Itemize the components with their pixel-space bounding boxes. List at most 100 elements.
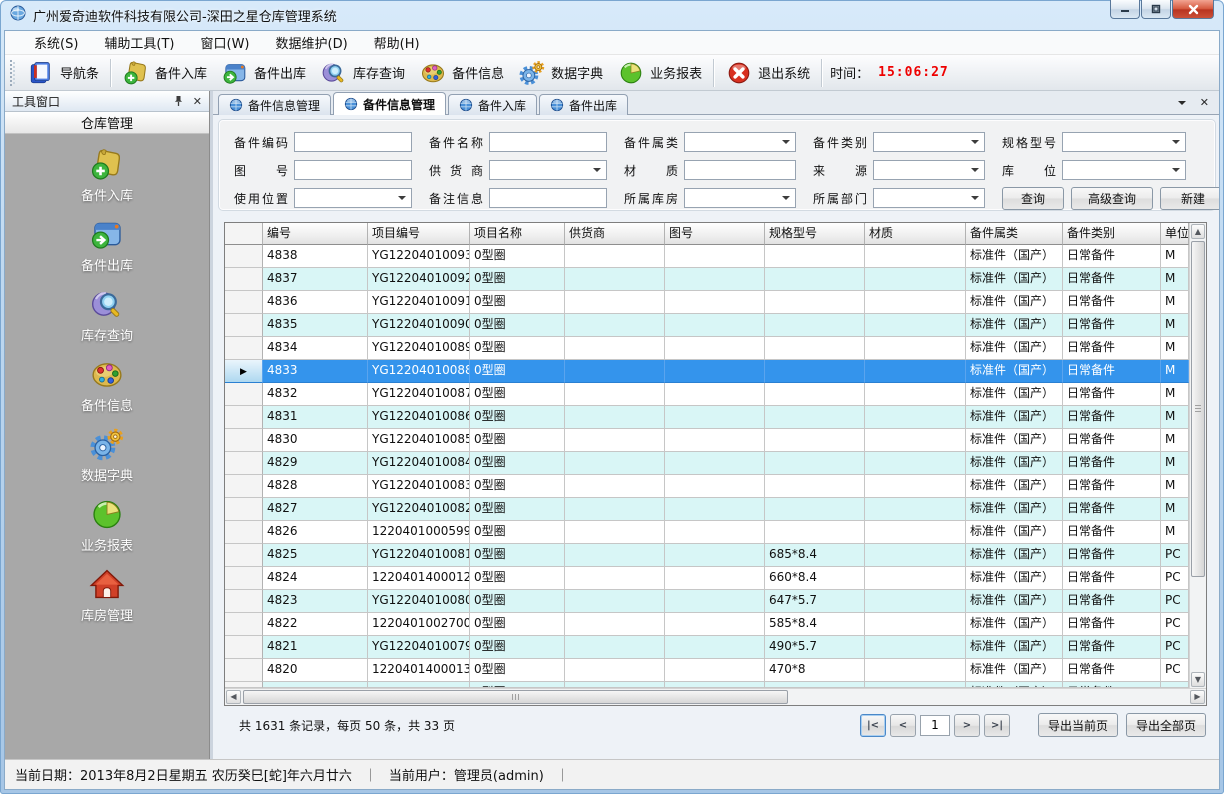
select-field[interactable] — [684, 132, 796, 152]
text-field[interactable] — [294, 132, 412, 152]
scroll-right-icon[interactable]: ▶ — [1190, 690, 1205, 704]
prev-page-button[interactable]: < — [890, 714, 916, 737]
menu-item-4[interactable]: 帮助(H) — [361, 30, 433, 55]
table-row[interactable]: 482412204014000120型圈660*8.4标准件（国产）日常备件PC — [225, 567, 1189, 590]
select-field[interactable] — [1062, 160, 1186, 180]
column-header[interactable]: 项目名称 — [470, 223, 565, 245]
column-header[interactable]: 单位 — [1161, 223, 1189, 245]
sidebar-item-home[interactable]: 库房管理 — [59, 566, 155, 624]
search-button-2[interactable]: 新建 — [1160, 187, 1220, 210]
table-row[interactable]: 4834YG122040100890型圈标准件（国产）日常备件M — [225, 337, 1189, 360]
column-header[interactable]: 备件类别 — [1063, 223, 1161, 245]
column-header[interactable]: 备件属类 — [966, 223, 1063, 245]
close-button[interactable] — [1172, 0, 1214, 19]
sidebar-item-dict[interactable]: 数据字典 — [59, 426, 155, 484]
table-row[interactable]: 482612204010005990型圈标准件（国产）日常备件M — [225, 521, 1189, 544]
field-label: 备件编码 — [234, 134, 288, 151]
table-row[interactable]: 4821YG122040100790型圈490*5.7标准件（国产）日常备件PC — [225, 636, 1189, 659]
row-selector — [225, 567, 263, 590]
select-field[interactable] — [873, 160, 985, 180]
menu-item-3[interactable]: 数据维护(D) — [263, 30, 361, 55]
select-field[interactable] — [489, 160, 607, 180]
select-field[interactable] — [684, 188, 796, 208]
app-frame: 系统(S)辅助工具(T)窗口(W)数据维护(D)帮助(H) 导航条备件入库备件出… — [4, 30, 1220, 790]
next-page-button[interactable]: > — [954, 714, 980, 737]
toolbar-button-exit[interactable]: 退出系统 — [718, 57, 817, 89]
tool-window-sidebar: 工具窗口 ✕ 仓库管理 备件入库备件出库库存查询备件信息数据字典业务报表库房管理 — [5, 91, 210, 759]
info-icon — [419, 59, 447, 87]
column-header[interactable]: 材质 — [865, 223, 966, 245]
text-field[interactable] — [489, 132, 607, 152]
toolbar-button-inbound[interactable]: 备件入库 — [115, 57, 214, 89]
select-field[interactable] — [873, 188, 985, 208]
text-field[interactable] — [684, 160, 796, 180]
table-row[interactable]: 4831YG122040100860型圈标准件（国产）日常备件M — [225, 406, 1189, 429]
search-button-1[interactable]: 高级查询 — [1071, 187, 1153, 210]
row-selector — [225, 314, 263, 337]
sidebar-item-query[interactable]: 库存查询 — [59, 286, 155, 344]
sidebar-item-report[interactable]: 业务报表 — [59, 496, 155, 554]
sidebar-close-icon[interactable]: ✕ — [193, 96, 202, 107]
table-row[interactable]: 4835YG122040100900型圈标准件（国产）日常备件M — [225, 314, 1189, 337]
table-row[interactable]: 4823YG122040100800型圈647*5.7标准件（国产）日常备件PC — [225, 590, 1189, 613]
toolbar-grip[interactable] — [10, 60, 16, 86]
tab-close-icon[interactable]: ✕ — [1200, 96, 1209, 109]
text-field[interactable] — [489, 188, 607, 208]
table-row[interactable]: 4838YG122040100930型圈标准件（国产）日常备件M — [225, 245, 1189, 268]
sidebar-item-inbound[interactable]: 备件入库 — [59, 146, 155, 204]
minimize-button[interactable] — [1110, 0, 1140, 19]
column-header[interactable]: 项目编号 — [368, 223, 470, 245]
table-row[interactable]: 4832YG122040100870型圈标准件（国产）日常备件M — [225, 383, 1189, 406]
table-row[interactable]: 4827YG122040100820型圈标准件（国产）日常备件M — [225, 498, 1189, 521]
toolbar-button-dict[interactable]: 数据字典 — [511, 57, 610, 89]
column-header[interactable]: 规格型号 — [765, 223, 865, 245]
vertical-scroll-thumb[interactable] — [1191, 241, 1205, 577]
column-header[interactable]: 供货商 — [565, 223, 665, 245]
toolbar-button-query[interactable]: 库存查询 — [313, 57, 412, 89]
select-field[interactable] — [294, 188, 412, 208]
table-row[interactable]: 482212204010027000型圈585*8.4标准件（国产）日常备件PC — [225, 613, 1189, 636]
text-field[interactable] — [294, 160, 412, 180]
menu-item-0[interactable]: 系统(S) — [21, 30, 91, 55]
menu-item-1[interactable]: 辅助工具(T) — [91, 30, 187, 55]
column-header[interactable]: 编号 — [263, 223, 368, 245]
select-field[interactable] — [873, 132, 985, 152]
scroll-left-icon[interactable]: ◀ — [226, 690, 241, 704]
toolbar-button-outbound[interactable]: 备件出库 — [214, 57, 313, 89]
export-all-pages-button[interactable]: 导出全部页 — [1126, 713, 1206, 737]
tab-1[interactable]: 备件信息管理 — [333, 92, 446, 115]
table-row[interactable]: ▶4833YG122040100880型圈标准件（国产）日常备件M — [225, 360, 1189, 383]
table-row[interactable]: 4836YG122040100910型圈标准件（国产）日常备件M — [225, 291, 1189, 314]
first-page-button[interactable]: |< — [860, 714, 886, 737]
field-label: 使用位置 — [234, 190, 288, 207]
table-row[interactable]: 482012204014000130型圈470*8标准件（国产）日常备件PC — [225, 659, 1189, 682]
tab-0[interactable]: 备件信息管理 — [218, 94, 331, 115]
sidebar-item-outbound[interactable]: 备件出库 — [59, 216, 155, 274]
maximize-button[interactable] — [1141, 0, 1171, 19]
select-field[interactable] — [1062, 132, 1186, 152]
column-header[interactable]: 图号 — [665, 223, 765, 245]
table-row[interactable]: 4837YG122040100920型圈标准件（国产）日常备件M — [225, 268, 1189, 291]
tab-list-dropdown-icon[interactable] — [1178, 101, 1186, 109]
menu-item-2[interactable]: 窗口(W) — [188, 30, 263, 55]
page-number-input[interactable] — [920, 715, 950, 736]
tab-2[interactable]: 备件入库 — [448, 94, 537, 115]
toolbar-button-info[interactable]: 备件信息 — [412, 57, 511, 89]
table-row[interactable]: 4830YG122040100850型圈标准件（国产）日常备件M — [225, 429, 1189, 452]
table-row[interactable]: 4825YG122040100810型圈685*8.4标准件（国产）日常备件PC — [225, 544, 1189, 567]
search-button-0[interactable]: 查询 — [1002, 187, 1064, 210]
tab-3[interactable]: 备件出库 — [539, 94, 628, 115]
export-current-page-button[interactable]: 导出当前页 — [1038, 713, 1118, 737]
last-page-button[interactable]: >| — [984, 714, 1010, 737]
toolbar-button-navbar[interactable]: 导航条 — [20, 57, 106, 89]
table-row[interactable]: 4828YG122040100830型圈标准件（国产）日常备件M — [225, 475, 1189, 498]
sidebar-item-info[interactable]: 备件信息 — [59, 356, 155, 414]
scroll-up-icon[interactable]: ▲ — [1191, 224, 1205, 239]
horizontal-scroll-thumb[interactable] — [243, 690, 788, 704]
scroll-down-icon[interactable]: ▼ — [1191, 672, 1205, 687]
table-row[interactable]: 4829YG122040100840型圈标准件（国产）日常备件M — [225, 452, 1189, 475]
pin-icon[interactable] — [173, 95, 184, 107]
inbound-icon — [87, 146, 127, 183]
toolbar-button-report[interactable]: 业务报表 — [610, 57, 709, 89]
field-label: 规格型号 — [1002, 134, 1056, 151]
